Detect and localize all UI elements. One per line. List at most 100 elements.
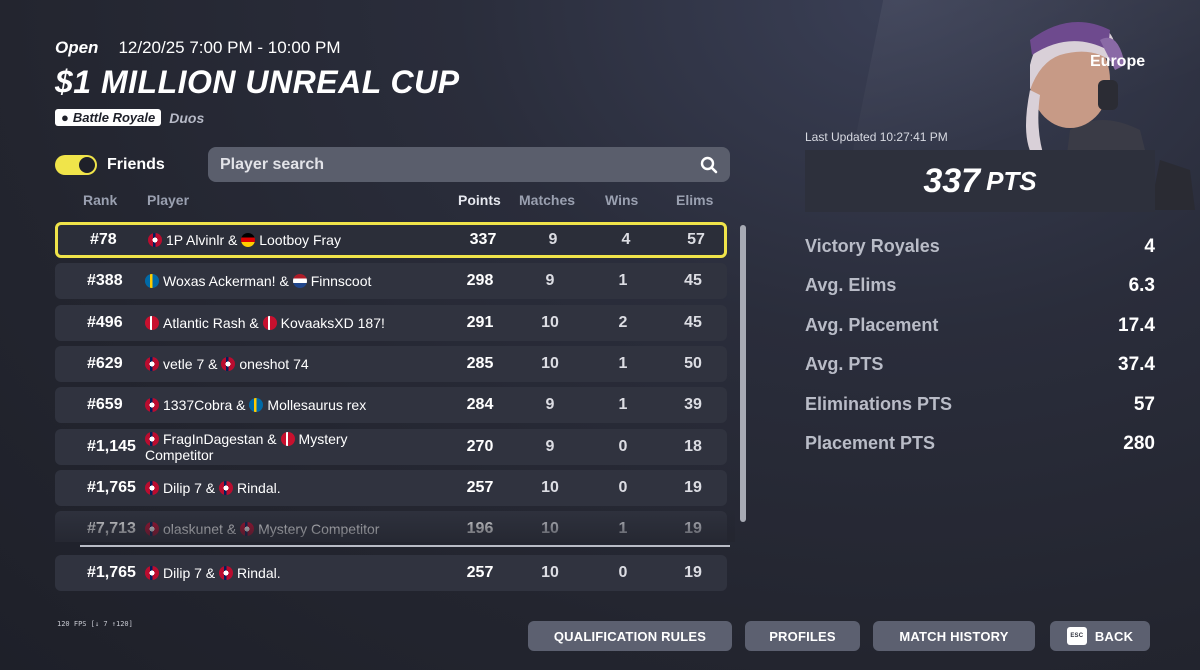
qualification-rules-button[interactable]: QUALIFICATION RULES [528, 621, 732, 651]
norway-flag-icon [240, 522, 255, 537]
table-row[interactable]: #388 Woxas Ackerman! & Finnscoot 298 9 1 45 [55, 263, 727, 300]
row-elims: 45 [684, 313, 702, 331]
row-rank: #78 [90, 231, 117, 248]
row-players: olaskunet & Mystery Competitor [145, 521, 395, 537]
leaderboard-scrollbar[interactable] [740, 225, 746, 522]
row-rank: #1,765 [87, 478, 136, 496]
friends-toggle[interactable] [55, 154, 97, 175]
column-header-matches[interactable]: Matches [519, 192, 575, 208]
back-button[interactable]: ESC BACK [1050, 621, 1150, 651]
match-history-button[interactable]: MATCH HISTORY [873, 621, 1035, 651]
netherlands-flag-icon [292, 274, 307, 289]
row-points: 257 [466, 564, 494, 581]
row-matches: 9 [548, 231, 558, 248]
esc-key-icon: ESC [1066, 627, 1087, 645]
stat-label: Avg. Placement [805, 315, 939, 335]
row-matches: 9 [545, 437, 555, 455]
norway-flag-icon [219, 480, 234, 495]
table-row[interactable]: #496 Atlantic Rash & KovaaksXD 187! 291 10 2… [55, 304, 727, 341]
sweden-flag-icon [145, 274, 159, 289]
table-row[interactable]: #659 1337Cobra & Mollesaurus rex 284 9 1 39 [55, 387, 727, 424]
player-search-box[interactable] [208, 147, 730, 182]
row-players: vetle 7 & oneshot 74 [145, 356, 395, 372]
row-wins: 2 [618, 313, 628, 331]
search-icon[interactable] [700, 156, 718, 174]
player-two-name: oneshot 74 [239, 355, 309, 372]
row-rank: #629 [87, 354, 123, 372]
column-header-points[interactable]: Points [458, 192, 501, 208]
norway-flag-icon [148, 233, 162, 247]
player-two-name: Rindal. [237, 565, 281, 581]
column-header-rank: Rank [83, 192, 118, 208]
player-two-name: Mystery Competitor [258, 521, 380, 538]
row-points: 291 [466, 313, 494, 331]
row-rank: #659 [87, 396, 123, 414]
pinned-table-row[interactable]: #1,765 Dilip 7 & Rindal. 257 10 0 19 [55, 555, 727, 591]
denmark-flag-icon [280, 431, 295, 446]
stat-row: Victory Royales 4 [805, 236, 1155, 258]
norway-flag-icon [145, 522, 159, 537]
row-players: Dilip 7 & Rindal. [145, 565, 395, 581]
norway-flag-icon [145, 356, 159, 371]
scrollbar-thumb[interactable] [740, 225, 746, 522]
stat-label: Avg. Elims [805, 275, 897, 295]
stat-row: Placement PTS 280 [805, 433, 1155, 455]
row-wins: 1 [618, 520, 628, 538]
stat-value: 17.4 [1118, 315, 1155, 336]
total-points-unit: PTS [986, 165, 1037, 196]
table-row[interactable]: #629 vetle 7 & oneshot 74 285 10 1 50 [55, 345, 727, 382]
norway-flag-icon [145, 431, 159, 446]
row-points: 337 [469, 231, 497, 248]
row-points: 298 [466, 272, 494, 290]
row-wins: 1 [618, 396, 628, 414]
row-points: 284 [466, 396, 494, 414]
column-header-wins[interactable]: Wins [605, 192, 638, 208]
player-two-name: Lootboy Fray [259, 232, 341, 248]
row-elims: 19 [684, 564, 702, 581]
norway-flag-icon [145, 398, 159, 413]
row-wins: 4 [621, 231, 631, 248]
table-row[interactable]: #7,713 olaskunet & Mystery Competitor 196 1… [55, 511, 727, 542]
event-header: Open 12/20/25 7:00 PM - 10:00 PM $1 MILL… [55, 38, 460, 126]
row-points: 270 [466, 437, 494, 455]
row-matches: 10 [541, 564, 559, 581]
column-header-elims[interactable]: Elims [676, 192, 713, 208]
player-two-name: Finnscoot [310, 273, 372, 290]
row-elims: 18 [684, 437, 702, 455]
sweden-flag-icon [249, 398, 264, 413]
row-players: Woxas Ackerman! & Finnscoot [145, 273, 395, 289]
row-matches: 10 [541, 313, 559, 331]
row-matches: 10 [541, 478, 559, 496]
row-matches: 9 [545, 272, 555, 290]
leaderboard-controls: Friends [55, 147, 730, 182]
norway-flag-icon [145, 480, 159, 495]
profiles-button[interactable]: PROFILES [745, 621, 860, 651]
table-row-highlighted[interactable]: #78 1P Alvinlr & Lootboy Fray 337 9 4 57 [55, 222, 727, 258]
row-elims: 39 [684, 396, 702, 414]
table-row[interactable]: #1,765 Dilip 7 & Rindal. 257 10 0 19 [55, 469, 727, 506]
row-elims: 50 [684, 354, 702, 372]
qualification-rules-label: QUALIFICATION RULES [553, 628, 707, 644]
germany-flag-icon [241, 233, 256, 247]
row-players: Dilip 7 & Rindal. [145, 480, 395, 496]
table-row[interactable]: #1,145 FragInDagestan & Mystery Competito… [55, 428, 727, 465]
profiles-label: PROFILES [769, 628, 836, 644]
player-one-name: 1P Alvinlr [166, 232, 225, 248]
total-points-box: 337 PTS [805, 150, 1155, 212]
player-one-name: 1337Cobra [163, 397, 233, 414]
leaderboard-table: #78 1P Alvinlr & Lootboy Fray 337 9 4 57 #388 W… [55, 222, 730, 542]
money-bag-icon: ● [61, 110, 69, 125]
row-players: 1P Alvinlr & Lootboy Fray [148, 232, 398, 248]
row-wins: 0 [618, 478, 628, 496]
row-players: FragInDagestan & Mystery Competitor [145, 430, 348, 463]
row-wins: 1 [618, 354, 628, 372]
event-status-line: Open 12/20/25 7:00 PM - 10:00 PM [55, 38, 460, 58]
row-wins: 0 [618, 437, 628, 455]
player-one-name: vetle 7 [163, 355, 205, 372]
norway-flag-icon [145, 566, 159, 580]
search-input[interactable] [220, 155, 660, 174]
row-rank: #1,765 [87, 564, 136, 581]
row-points: 257 [466, 478, 494, 496]
row-wins: 0 [618, 564, 628, 581]
row-matches: 10 [541, 354, 559, 372]
